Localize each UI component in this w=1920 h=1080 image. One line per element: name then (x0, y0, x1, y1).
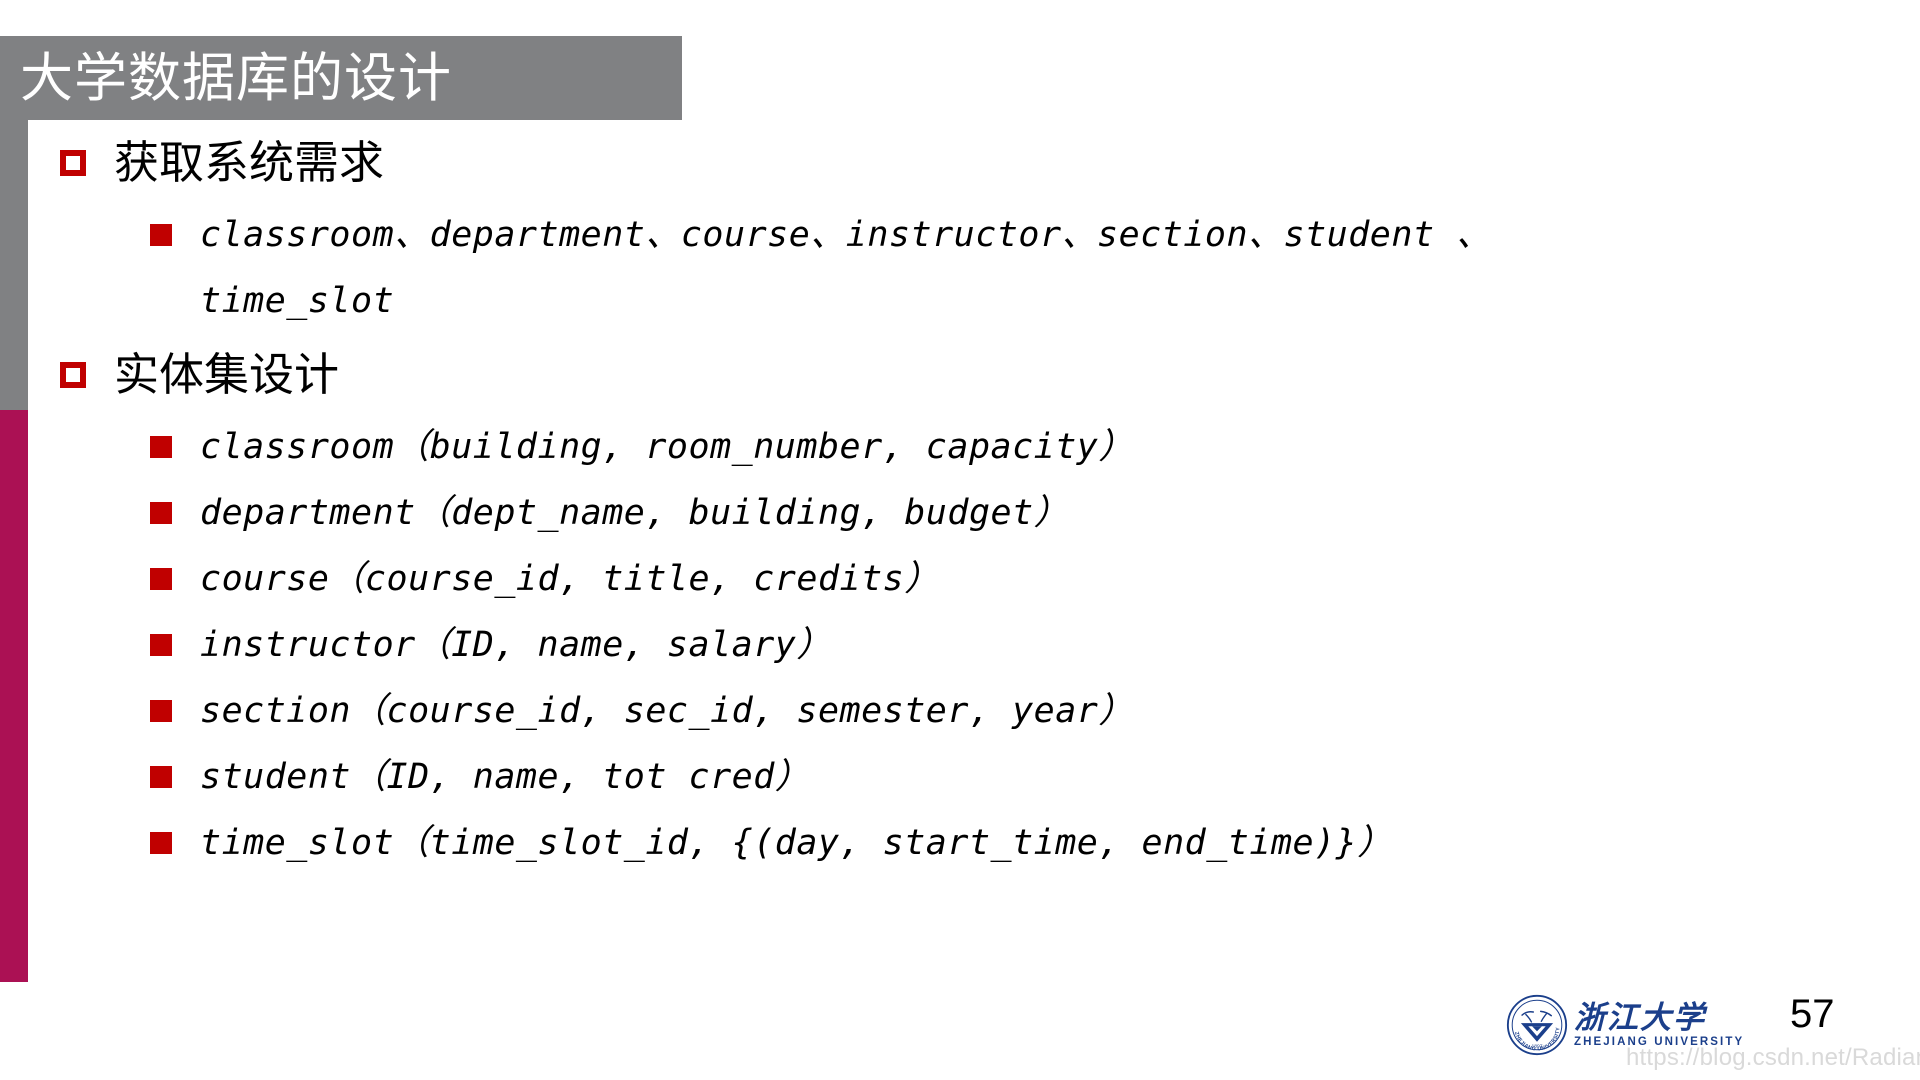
list-item: student（ID, name, tot cred） (60, 744, 1880, 810)
section-heading-row: 实体集设计 (60, 340, 1880, 414)
solid-square-bullet-icon (150, 568, 172, 590)
csdn-watermark: https://blog.csdn.net/RadiantJeral (1626, 1044, 1920, 1071)
zju-chinese-name: 浙江大学 (1574, 1000, 1706, 1036)
hollow-square-bullet-icon (60, 150, 86, 176)
list-item: instructor（ID, name, salary） (60, 612, 1880, 678)
solid-square-bullet-icon (150, 634, 172, 656)
list-item-label: course（course_id, title, credits） (200, 559, 940, 599)
list-item: section（course_id, sec_id, semester, yea… (60, 678, 1880, 744)
zju-seal-icon: 1897 ZHEJIANG UNIVERSITY (1506, 994, 1568, 1056)
list-item: classroom、department、course、instructor、s… (60, 202, 1880, 268)
section-heading-label: 实体集设计 (114, 348, 340, 401)
list-item-label: time_slot（time_slot_id, {(day, start_tim… (200, 823, 1393, 863)
solid-square-bullet-icon (150, 766, 172, 788)
list-item-label: section（course_id, sec_id, semester, yea… (200, 691, 1134, 731)
page-title: 大学数据库的设计 (20, 47, 452, 109)
solid-square-bullet-icon (150, 502, 172, 524)
list-item-label: student（ID, name, tot cred） (200, 757, 811, 797)
list-item-label: department（dept_name, building, budget） (200, 493, 1070, 533)
page-number: 57 (1790, 992, 1835, 1036)
hollow-square-bullet-icon (60, 362, 86, 388)
section-heading-label: 获取系统需求 (114, 136, 385, 189)
section-heading-row: 获取系统需求 (60, 128, 1880, 202)
slide-content: 获取系统需求 classroom、department、course、instr… (60, 128, 1880, 876)
solid-square-bullet-icon (150, 832, 172, 854)
slide-canvas: 大学数据库的设计 获取系统需求 classroom、department、cou… (0, 0, 1920, 1080)
list-item-label: classroom、department、course、instructor、s… (200, 215, 1492, 255)
list-item: department（dept_name, building, budget） (60, 480, 1880, 546)
sidebar-accent-crimson (0, 410, 28, 982)
solid-square-bullet-icon (150, 700, 172, 722)
list-item-continuation: time_slot (60, 268, 1880, 334)
list-item-label: classroom（building, room_number, capacit… (200, 427, 1134, 467)
list-item: time_slot（time_slot_id, {(day, start_tim… (60, 810, 1880, 876)
list-item: course（course_id, title, credits） (60, 546, 1880, 612)
list-item-label: instructor（ID, name, salary） (200, 625, 832, 665)
list-item-label: time_slot (200, 281, 395, 321)
title-banner: 大学数据库的设计 (0, 36, 682, 120)
solid-square-bullet-icon (150, 436, 172, 458)
list-item: classroom（building, room_number, capacit… (60, 414, 1880, 480)
zju-wordmark: 浙江大学 ZHEJIANG UNIVERSITY (1574, 1001, 1744, 1049)
solid-square-bullet-icon (150, 224, 172, 246)
